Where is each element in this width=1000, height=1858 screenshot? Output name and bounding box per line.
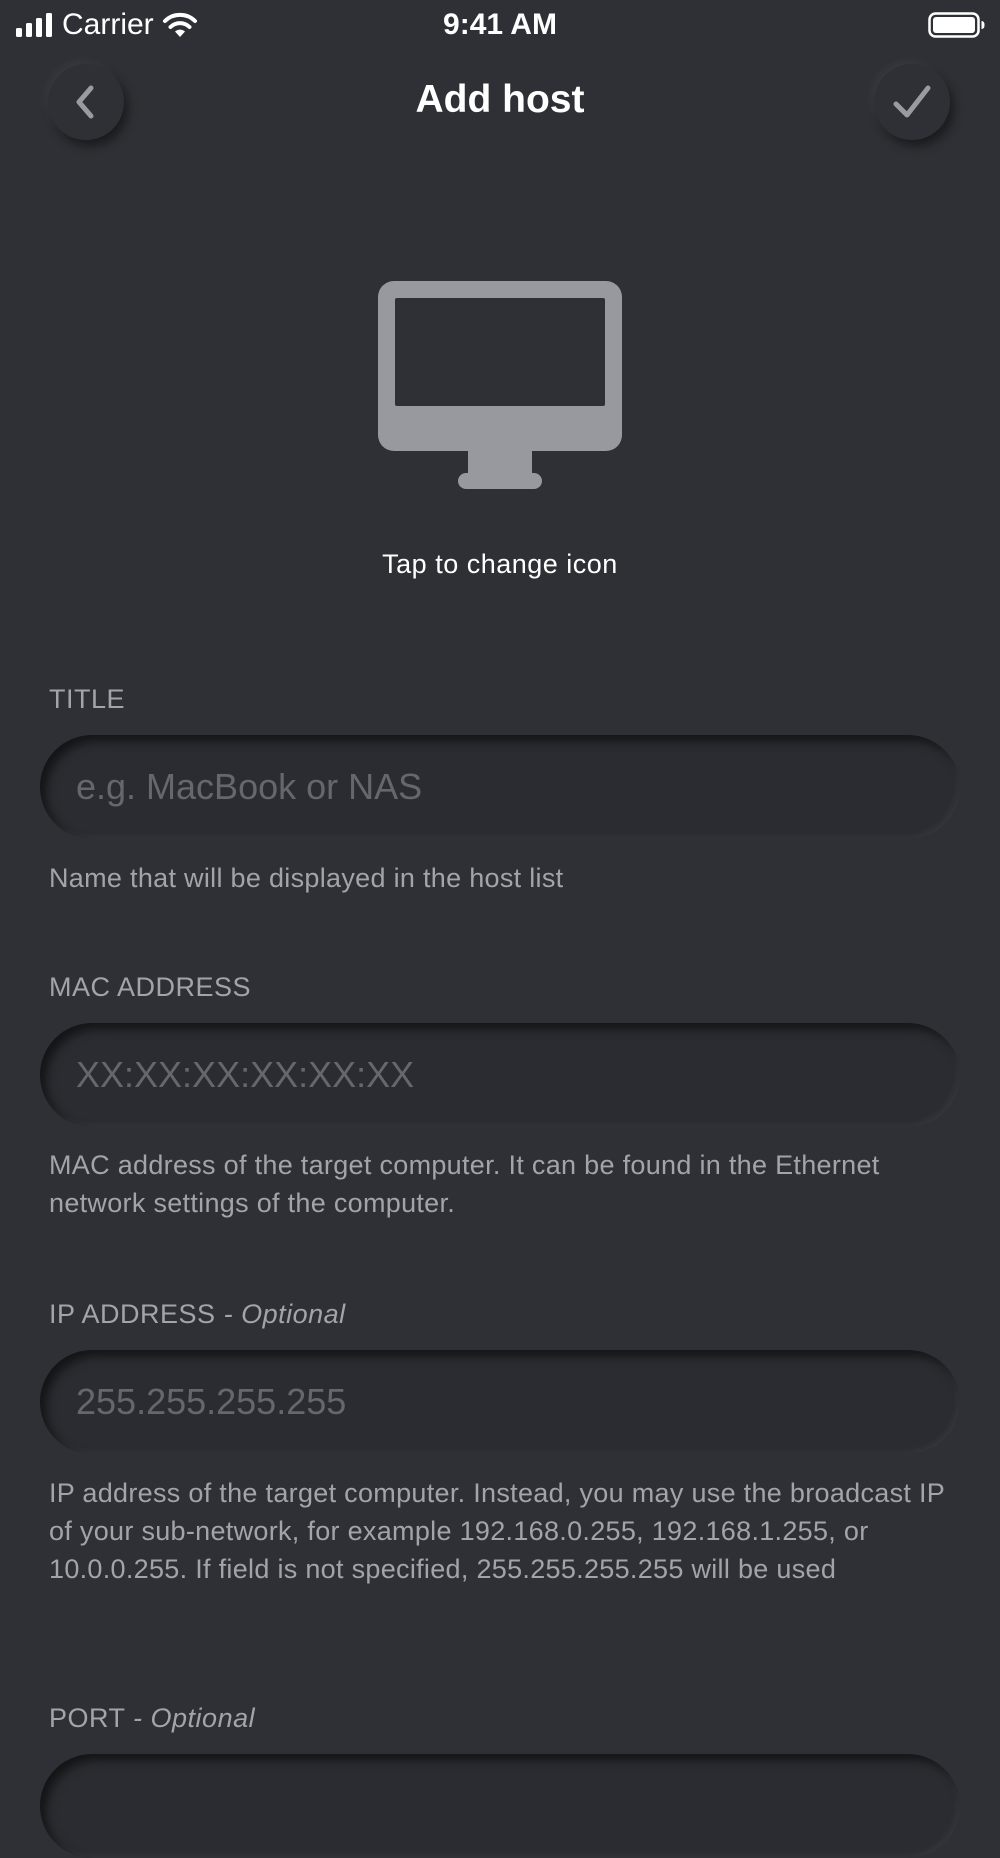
ip-address-label-text: IP ADDRESS xyxy=(49,1299,216,1329)
ip-address-label: IP ADDRESS - Optional xyxy=(49,1299,346,1330)
port-label: PORT - Optional xyxy=(49,1703,255,1734)
page-title: Add host xyxy=(415,78,585,121)
port-label-text: PORT xyxy=(49,1703,126,1733)
checkmark-icon xyxy=(893,85,931,118)
mac-address-label: MAC ADDRESS xyxy=(49,972,251,1003)
ip-address-input[interactable] xyxy=(40,1350,960,1454)
title-input[interactable] xyxy=(40,735,960,839)
save-button[interactable] xyxy=(874,64,950,140)
title-label: TITLE xyxy=(49,684,125,715)
title-label-text: TITLE xyxy=(49,684,126,714)
ip-address-hint: IP address of the target computer. Inste… xyxy=(49,1478,945,1584)
battery-icon xyxy=(928,12,985,38)
mac-address-input[interactable] xyxy=(40,1023,960,1127)
status-bar: Carrier 9:41 AM xyxy=(0,0,1000,50)
port-input[interactable] xyxy=(40,1754,960,1858)
mac-address-label-text: MAC ADDRESS xyxy=(49,972,252,1002)
port-optional-tag: - Optional xyxy=(133,1703,256,1733)
change-icon-label[interactable]: Tap to change icon xyxy=(0,549,1000,580)
mac-address-hint: MAC address of the target computer. It c… xyxy=(49,1150,880,1218)
title-hint: Name that will be displayed in the host … xyxy=(49,863,564,893)
desktop-monitor-icon[interactable] xyxy=(378,281,622,491)
status-time: 9:41 AM xyxy=(443,8,557,41)
ip-address-optional-tag: - Optional xyxy=(223,1299,346,1329)
